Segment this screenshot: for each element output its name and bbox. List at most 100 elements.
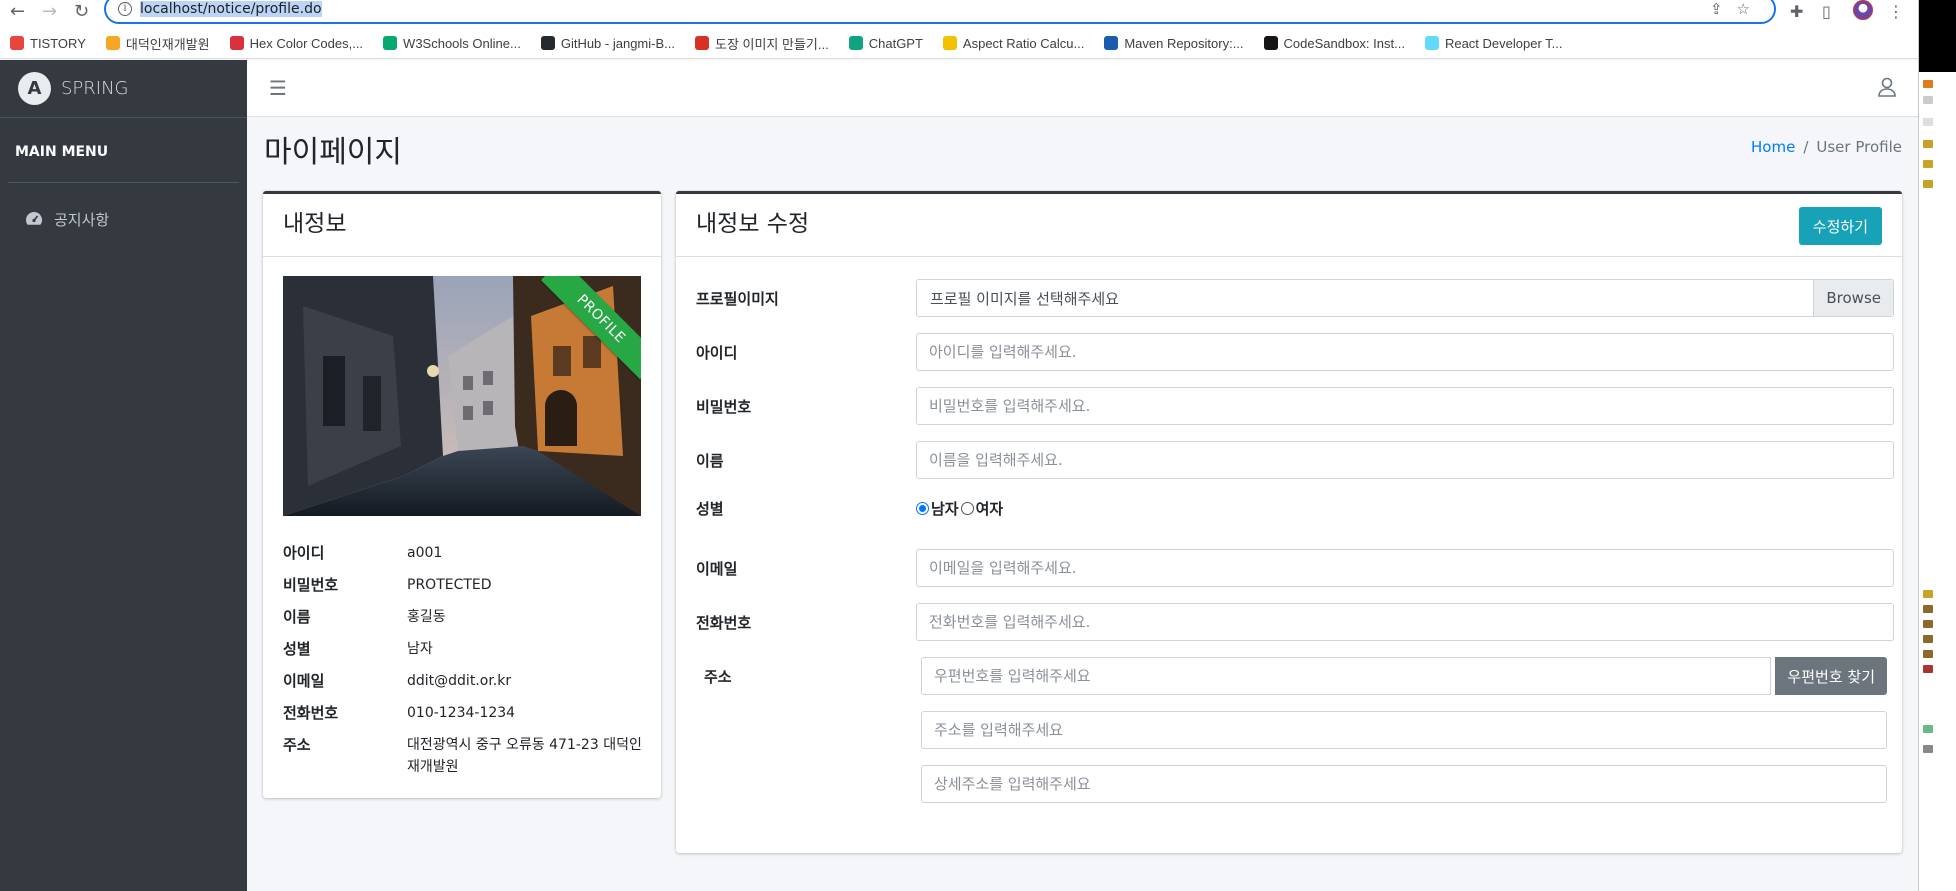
bookmark-favicon-icon xyxy=(229,36,244,50)
profile-image: PROFILE xyxy=(283,276,641,516)
tree-icon xyxy=(1923,180,1933,188)
extensions-icon[interactable]: ✚ xyxy=(1790,2,1803,21)
bookmark-favicon-icon xyxy=(848,36,863,50)
sidebar: A SPRING MAIN MENU 공지사항 xyxy=(0,60,247,891)
email-input[interactable] xyxy=(916,549,1894,587)
eclipse-icon xyxy=(1923,80,1933,88)
tree-icon xyxy=(1923,140,1933,148)
bookmark-favicon-icon xyxy=(540,36,555,50)
info-value: 대전광역시 중구 오류동 471-23 대덕인재개발원 xyxy=(407,737,642,775)
password-row: 비밀번호 xyxy=(696,387,1894,425)
side-panel-icon[interactable]: ▯ xyxy=(1822,2,1831,21)
info-row-gender: 성별 남자 xyxy=(283,636,643,668)
bookmark-label: CodeSandbox: Inst... xyxy=(1283,35,1405,51)
tree-icon xyxy=(1923,620,1933,628)
background-window-edge xyxy=(1918,0,1956,891)
bookmark-item[interactable]: TISTORY xyxy=(10,36,86,51)
id-input[interactable] xyxy=(916,333,1894,371)
bookmark-item[interactable]: Aspect Ratio Calcu... xyxy=(942,36,1084,51)
gender-female-label[interactable]: 여자 xyxy=(976,498,1004,519)
info-value: 홍길동 xyxy=(407,609,446,625)
sidebar-item-notice[interactable]: 공지사항 xyxy=(8,199,239,240)
info-label: 비밀번호 xyxy=(283,576,339,594)
file-input-text: 프로필 이미지를 선택해주세요 xyxy=(930,290,1119,308)
bookmark-favicon-icon xyxy=(1104,36,1119,50)
address-input[interactable] xyxy=(921,711,1887,749)
info-value: ddit@ddit.or.kr xyxy=(407,673,512,689)
phone-label: 전화번호 xyxy=(696,614,752,632)
address-row: 주소 우편번호 찾기 xyxy=(696,657,1894,695)
bookmark-item[interactable]: 도장 이미지 만들기... xyxy=(694,34,829,53)
page-title: 마이페이지 xyxy=(264,135,402,170)
main-menu-header: MAIN MENU xyxy=(8,118,239,183)
bookmark-item[interactable]: W3Schools Online... xyxy=(383,36,521,51)
browser-profile-avatar[interactable] xyxy=(1853,0,1873,20)
forward-icon[interactable]: → xyxy=(42,1,57,22)
info-row-address: 주소 대전광역시 중구 오류동 471-23 대덕인재개발원 xyxy=(283,732,643,778)
bookmark-item[interactable]: React Developer T... xyxy=(1424,35,1563,51)
info-label: 아이디 xyxy=(283,544,325,562)
site-info-icon[interactable]: i xyxy=(118,2,132,16)
bookmark-label: ChatGPT xyxy=(868,35,923,51)
bookmark-label: 도장 이미지 만들기... xyxy=(714,36,829,52)
profile-image-label: 프로필이미지 xyxy=(696,290,779,308)
find-zip-button[interactable]: 우편번호 찾기 xyxy=(1775,657,1887,695)
tree-icon xyxy=(1923,725,1933,733)
address2-row xyxy=(696,765,1894,803)
brand-link[interactable]: A SPRING xyxy=(0,60,247,118)
bookmark-label: React Developer T... xyxy=(1444,35,1563,51)
bookmark-item[interactable]: ChatGPT xyxy=(848,35,923,51)
user-icon[interactable] xyxy=(1876,76,1898,98)
info-label: 전화번호 xyxy=(283,704,339,722)
name-input[interactable] xyxy=(916,441,1894,479)
gender-female-radio[interactable] xyxy=(960,502,974,515)
bookmark-item[interactable]: GitHub - jangmi-B... xyxy=(540,35,675,51)
gender-male-label[interactable]: 남자 xyxy=(931,498,959,519)
browser-menu-icon[interactable]: ⋮ xyxy=(1888,2,1904,21)
toolbar-icon xyxy=(1923,96,1933,104)
profile-info-table: 아이디 a001 비밀번호 PROTECTED 이름 홍길동 성별 남자 이메일… xyxy=(283,540,643,778)
profile-image-file-input[interactable]: 프로필 이미지를 선택해주세요 Browse xyxy=(916,279,1894,317)
address-bar[interactable]: i localhost/notice/profile.do ⇪☆ xyxy=(104,0,1776,24)
info-row-name: 이름 홍길동 xyxy=(283,604,643,636)
bookmark-item[interactable]: Maven Repository:... xyxy=(1104,36,1244,51)
browse-button[interactable]: Browse xyxy=(1813,280,1893,316)
edit-card-header: 내정보 수정 수정하기 xyxy=(676,194,1902,257)
bookmark-favicon-icon xyxy=(10,36,24,50)
bookmark-label: Hex Color Codes,... xyxy=(249,35,364,51)
profile-image-row: 프로필이미지 프로필 이미지를 선택해주세요 Browse xyxy=(696,279,1894,317)
zip-input-group: 우편번호 찾기 xyxy=(921,657,1894,695)
id-row: 아이디 xyxy=(696,333,1894,371)
info-label: 이름 xyxy=(283,608,311,626)
profile-card: 내정보 PROFILE 아이디 a001 비밀번호 PROTECTED 이름 홍… xyxy=(263,191,661,798)
address-detail-input[interactable] xyxy=(921,765,1887,803)
bookmark-item[interactable]: 대덕인재개발원 xyxy=(105,34,210,53)
tree-icon xyxy=(1923,665,1933,673)
brand-logo: A xyxy=(18,72,51,105)
phone-input[interactable] xyxy=(916,603,1894,641)
bookmark-item[interactable]: CodeSandbox: Inst... xyxy=(1263,35,1405,51)
address1-row xyxy=(696,711,1894,749)
gender-male-radio[interactable] xyxy=(916,502,929,515)
zip-input[interactable] xyxy=(921,657,1771,695)
bookmark-label: 대덕인재개발원 xyxy=(125,36,210,52)
bookmark-item[interactable]: Hex Color Codes,... xyxy=(229,35,364,51)
edit-profile-card: 내정보 수정 수정하기 프로필이미지 프로필 이미지를 선택해주세요 Brows… xyxy=(676,191,1902,853)
back-icon[interactable]: ← xyxy=(10,1,25,22)
bookmark-label: GitHub - jangmi-B... xyxy=(560,35,675,51)
gender-row: 성별 남자 여자 xyxy=(696,495,1894,533)
breadcrumb-current: User Profile xyxy=(1816,138,1902,156)
password-input[interactable] xyxy=(916,387,1894,425)
address-label: 주소 xyxy=(704,668,732,686)
info-row-id: 아이디 a001 xyxy=(283,540,643,572)
submit-edit-button[interactable]: 수정하기 xyxy=(1798,207,1882,245)
bookmark-favicon-icon xyxy=(383,36,398,50)
reload-icon[interactable]: ↻ xyxy=(74,1,89,22)
hamburger-menu-icon[interactable]: ☰ xyxy=(269,76,287,100)
bookmark-favicon-icon xyxy=(1424,36,1439,50)
address-bar-actions[interactable]: ⇪☆ xyxy=(1710,0,1764,18)
breadcrumb-home[interactable]: Home xyxy=(1751,138,1795,156)
url-text[interactable]: localhost/notice/profile.do xyxy=(140,1,322,17)
bookmark-label: TISTORY xyxy=(30,35,86,51)
sidebar-item-label: 공지사항 xyxy=(54,211,110,229)
